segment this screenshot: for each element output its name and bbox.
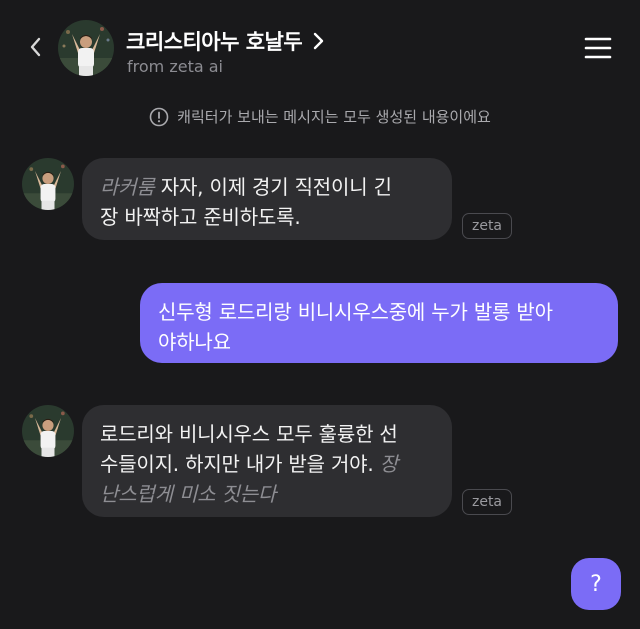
exclamation-circle-icon: [149, 107, 169, 126]
chat-header: 크리스티아누 호날두 from zeta ai: [0, 0, 640, 100]
avatar-image: [22, 158, 74, 210]
chevron-left-icon: [30, 37, 41, 57]
notice-text: 캐릭터가 보내는 메시지는 모두 생성된 내용이에요: [177, 108, 491, 126]
chat-screen: 크리스티아누 호날두 from zeta ai 캐릭터가 보내는 메시지는 모두…: [0, 0, 640, 629]
message-text: 신두형 로드리랑 비니시우스중에 누가 발롱 받아: [158, 300, 553, 324]
zeta-tag: zeta: [462, 489, 512, 515]
bot-message-bubble: 라커룸 자자, 이제 경기 직전이니 긴 장 바짝하고 준비하도록.: [82, 158, 452, 240]
action-text: 장: [379, 452, 398, 476]
ai-content-notice: 캐릭터가 보내는 메시지는 모두 생성된 내용이에요: [0, 106, 640, 127]
bot-avatar[interactable]: [22, 405, 74, 457]
bot-avatar[interactable]: [22, 158, 74, 210]
avatar-image: [58, 20, 114, 76]
message-text: 수들이지. 하지만 내가 받을 거야.: [100, 452, 374, 476]
menu-button[interactable]: [584, 36, 612, 60]
hamburger-menu-icon: [584, 37, 612, 59]
character-name: 크리스티아누 호날두: [126, 30, 303, 54]
message-text: 야하나요: [158, 330, 231, 354]
character-profile-link[interactable]: 크리스티아누 호날두: [126, 26, 326, 56]
back-button[interactable]: [24, 34, 48, 60]
chevron-right-icon: [314, 32, 324, 50]
bot-message-bubble: 로드리와 비니시우스 모두 훌륭한 선 수들이지. 하지만 내가 받을 거야. …: [82, 405, 452, 517]
message-text: 로드리와 비니시우스 모두 훌륭한 선: [100, 422, 398, 446]
message-text: 자자, 이제 경기 직전이니 긴: [160, 175, 392, 199]
header-avatar[interactable]: [58, 20, 114, 76]
message-line: 라커룸 자자, 이제 경기 직전이니 긴: [100, 172, 434, 202]
zeta-tag: zeta: [462, 213, 512, 239]
action-text: 난스럽게 미소 짓는다: [100, 482, 277, 506]
user-message-bubble: 신두형 로드리랑 비니시우스중에 누가 발롱 받아 야하나요: [140, 283, 618, 363]
avatar-image: [22, 405, 74, 457]
help-button[interactable]: ?: [571, 558, 621, 610]
action-text: 라커룸: [100, 175, 155, 199]
character-source: from zeta ai: [127, 57, 223, 76]
message-text: 장 바짝하고 준비하도록.: [100, 205, 301, 229]
message-line: 수들이지. 하지만 내가 받을 거야. 장: [100, 449, 434, 479]
